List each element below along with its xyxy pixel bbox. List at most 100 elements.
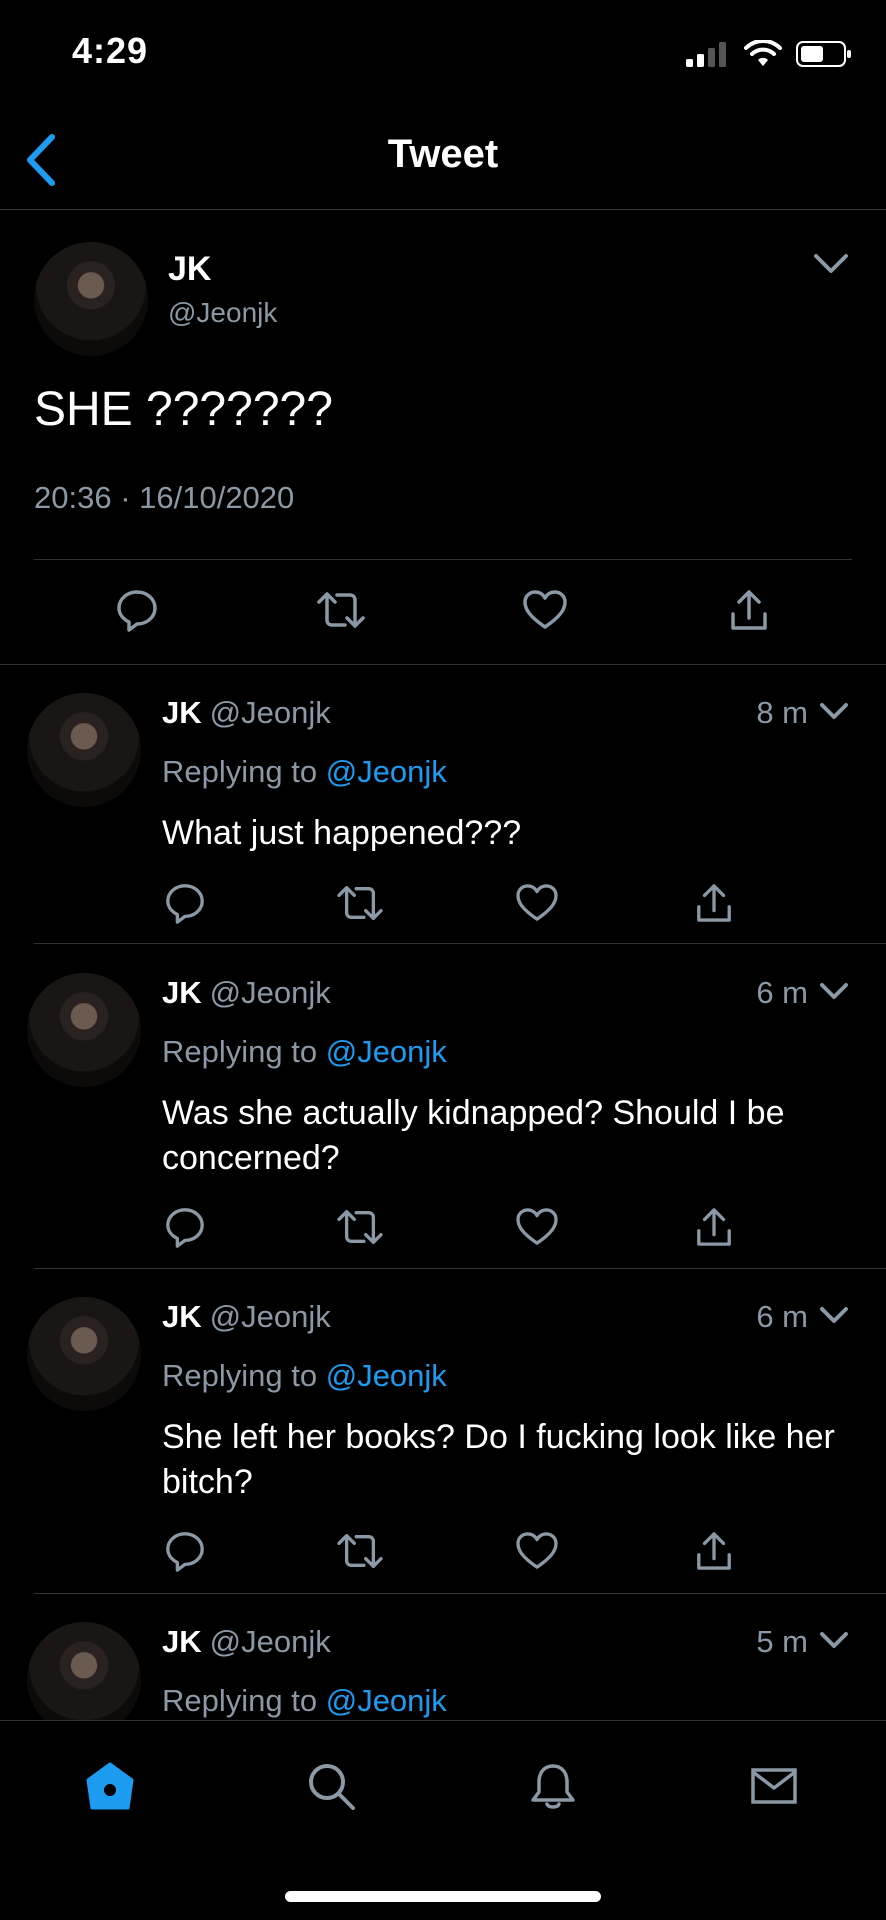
chevron-down-icon — [814, 254, 848, 273]
avatar[interactable] — [27, 973, 141, 1087]
tab-bar — [0, 1720, 886, 1920]
author-name[interactable]: JK — [168, 250, 211, 289]
like-button[interactable] — [515, 580, 575, 640]
tab-messages[interactable] — [739, 1751, 809, 1821]
reply-icon — [117, 590, 157, 632]
reply-icon — [166, 1208, 204, 1248]
reply-time: 5 m — [756, 1624, 808, 1659]
main-tweet: JK @Jeonjk SHE ??????? 20:36 · 16/10/202… — [0, 210, 886, 665]
author-handle: @Jeonjk — [209, 1299, 331, 1334]
replying-label: Replying to — [162, 1034, 318, 1069]
share-button[interactable] — [686, 1523, 742, 1579]
status-bar: 4:29 — [0, 0, 886, 110]
author-name: JK — [162, 695, 202, 730]
mention-link[interactable]: @Jeonjk — [326, 754, 447, 789]
reply-button[interactable] — [157, 1523, 213, 1579]
reply-tweet[interactable]: JK @Jeonjk 6 m Replying to @Jeonjk She le… — [0, 1269, 886, 1594]
tab-home[interactable] — [75, 1751, 145, 1821]
avatar[interactable] — [27, 1622, 141, 1720]
like-icon — [516, 1532, 558, 1569]
reply-icon — [166, 1532, 204, 1572]
divider — [34, 943, 886, 944]
chevron-down-icon — [820, 703, 848, 719]
notifications-icon — [531, 1764, 575, 1809]
divider — [34, 559, 852, 560]
tweet-timestamp: 20:36 · 16/10/2020 — [34, 480, 295, 515]
mention-link[interactable]: @Jeonjk — [326, 1034, 447, 1069]
like-button[interactable] — [509, 1199, 565, 1255]
tweet-menu-button[interactable] — [806, 244, 856, 284]
author-name: JK — [162, 1299, 202, 1334]
retweet-button[interactable] — [332, 875, 388, 931]
tab-search[interactable] — [296, 1751, 366, 1821]
author-handle: @Jeonjk — [209, 695, 331, 730]
messages-icon — [751, 1768, 797, 1804]
like-icon — [516, 1208, 558, 1245]
tweet-actions — [0, 1523, 886, 1583]
tab-notifications[interactable] — [518, 1751, 588, 1821]
author-name: JK — [162, 975, 202, 1010]
chevron-down-icon — [820, 983, 848, 999]
like-button[interactable] — [509, 875, 565, 931]
chevron-down-icon — [820, 1307, 848, 1323]
replying-to: Replying to @Jeonjk — [162, 754, 447, 790]
mention-link[interactable]: @Jeonjk — [326, 1358, 447, 1393]
replying-to: Replying to @Jeonjk — [162, 1683, 447, 1719]
nav-bar: Tweet — [0, 110, 886, 210]
author-handle[interactable]: @Jeonjk — [168, 297, 277, 329]
author-line[interactable]: JK @Jeonjk — [162, 695, 331, 731]
tweet-menu-button[interactable] — [816, 697, 852, 727]
retweet-icon — [337, 1534, 383, 1568]
home-indicator[interactable] — [285, 1891, 601, 1902]
mention-link[interactable]: @Jeonjk — [326, 1683, 447, 1718]
author-line[interactable]: JK @Jeonjk — [162, 1299, 331, 1335]
status-icons — [686, 40, 852, 68]
retweet-button[interactable] — [332, 1523, 388, 1579]
share-icon — [697, 884, 731, 922]
reply-tweet[interactable]: JK @Jeonjk 8 m Replying to @Jeonjk What j… — [0, 665, 886, 945]
avatar[interactable] — [27, 1297, 141, 1411]
retweet-icon — [337, 1210, 383, 1244]
reply-button[interactable] — [157, 1199, 213, 1255]
retweet-button[interactable] — [311, 580, 371, 640]
reply-button[interactable] — [157, 875, 213, 931]
reply-time: 6 m — [756, 1299, 808, 1334]
reply-icon — [166, 884, 204, 924]
tweet-menu-button[interactable] — [816, 1626, 852, 1656]
avatar[interactable] — [27, 693, 141, 807]
share-icon — [697, 1208, 731, 1246]
author-handle: @Jeonjk — [209, 975, 331, 1010]
tweet-text: She left her books? Do I fucking look li… — [162, 1418, 835, 1501]
tweet-text: Was she actually kidnapped? Should I be … — [162, 1094, 785, 1177]
replying-label: Replying to — [162, 1683, 318, 1718]
share-button[interactable] — [686, 1199, 742, 1255]
reply-tweet[interactable]: JK @Jeonjk 6 m Replying to @Jeonjk Was sh… — [0, 945, 886, 1269]
page-title: Tweet — [387, 132, 499, 176]
retweet-icon — [337, 886, 383, 920]
tweet-text: What just happened??? — [162, 814, 522, 852]
reply-tweet[interactable]: JK @Jeonjk 5 m Replying to @Jeonjk — [0, 1594, 886, 1720]
author-name: JK — [162, 1624, 202, 1659]
share-icon — [731, 590, 767, 630]
replying-to: Replying to @Jeonjk — [162, 1034, 447, 1070]
retweet-button[interactable] — [332, 1199, 388, 1255]
share-icon — [697, 1532, 731, 1570]
share-button[interactable] — [686, 875, 742, 931]
status-time: 4:29 — [72, 30, 149, 71]
reply-button[interactable] — [107, 580, 167, 640]
replying-label: Replying to — [162, 754, 318, 789]
tweet-text: SHE ??????? — [34, 383, 333, 436]
tweet-actions — [0, 875, 886, 935]
avatar[interactable] — [34, 242, 148, 356]
search-icon — [309, 1764, 355, 1810]
tweet-actions — [0, 1199, 886, 1259]
tweet-menu-button[interactable] — [816, 1301, 852, 1331]
share-button[interactable] — [719, 580, 779, 640]
like-button[interactable] — [509, 1523, 565, 1579]
battery-icon — [796, 41, 851, 67]
author-line[interactable]: JK @Jeonjk — [162, 975, 331, 1011]
author-line[interactable]: JK @Jeonjk — [162, 1624, 331, 1660]
tweet-menu-button[interactable] — [816, 977, 852, 1007]
like-icon — [516, 884, 558, 921]
chevron-down-icon — [820, 1632, 848, 1648]
